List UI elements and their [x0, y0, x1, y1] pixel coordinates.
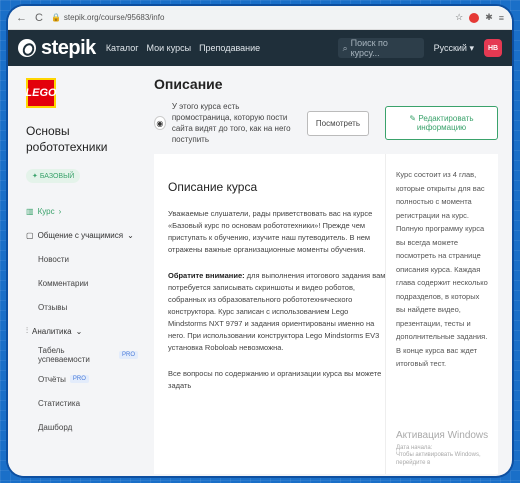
language-select[interactable]: Русский ▾: [434, 43, 474, 54]
nav-my-courses[interactable]: Мои курсы: [147, 43, 192, 53]
stepik-logo[interactable]: stepik: [18, 37, 96, 60]
sidebar-item-statistics[interactable]: Статистика: [26, 391, 138, 415]
extension-icon[interactable]: [469, 12, 480, 23]
main: Описание ◉ У этого курса есть промостран…: [138, 66, 512, 476]
course-logo: LEGO: [25, 78, 57, 108]
nav-teaching[interactable]: Преподавание: [199, 43, 260, 53]
search-icon: ⌕: [342, 42, 348, 53]
sidebar-item-label: Табель успеваемости: [38, 346, 90, 365]
attention-label: Обратите внимание:: [168, 271, 245, 280]
description-paragraph-2: Обратите внимание: для выполнения итогов…: [168, 270, 388, 354]
sidebar: LEGO Основы робототехники ✦ БАЗОВЫЙ ▥ Кур…: [8, 66, 138, 476]
sidebar-item-label: Аналитика: [32, 326, 72, 336]
pro-badge: PRO: [118, 351, 138, 360]
page-title: Описание: [154, 76, 223, 92]
url-text: stepik.org/course/95683/info: [63, 13, 165, 22]
pro-badge: PRO: [69, 375, 89, 384]
view-button[interactable]: Посмотреть: [306, 110, 369, 136]
side-menu: ▥ Курс › ▢ Общение с учащимися ⌄ Новости К…: [26, 199, 138, 439]
puzzle-icon[interactable]: ✱: [485, 12, 493, 23]
sidebar-item-dashboard[interactable]: Дашборд: [26, 415, 138, 439]
address-bar[interactable]: 🔒 stepik.org/course/95683/info: [51, 13, 447, 22]
windows-activation-watermark: Активация Windows Дата начала: Чтобы акт…: [396, 427, 498, 468]
lock-icon: 🔒: [50, 13, 61, 22]
watermark-sub: Дата начала:: [396, 444, 433, 451]
logo-text: stepik: [41, 36, 96, 59]
avatar[interactable]: НВ: [484, 39, 502, 57]
info-icon: ◉: [154, 116, 166, 130]
search-placeholder: Поиск по курсу...: [350, 38, 388, 58]
screen: ← C 🔒 stepik.org/course/95683/info ☆ ✱ ≡…: [8, 6, 512, 476]
browser-bar: ← C 🔒 stepik.org/course/95683/info ☆ ✱ ≡: [8, 6, 512, 30]
app-header: stepik Каталог Мои курсы Преподавание ⌕ …: [8, 30, 512, 66]
watermark-hint: Чтобы активировать Windows, перейдите в: [396, 452, 481, 467]
browser-icons: ☆ ✱ ≡: [455, 12, 504, 23]
course-summary: Курс состоит из 4 глав, которые открыты …: [386, 154, 498, 474]
chat-icon: ▢: [26, 230, 34, 240]
top-nav: Каталог Мои курсы Преподавание: [106, 43, 260, 53]
logo-icon: [18, 39, 36, 57]
search-input[interactable]: ⌕ Поиск по курсу...: [337, 38, 424, 58]
level-tag: ✦ БАЗОВЫЙ: [26, 169, 81, 184]
sidebar-item-label: Отчёты: [38, 374, 66, 384]
refresh-icon[interactable]: C: [35, 12, 43, 24]
nav-catalog[interactable]: Каталог: [106, 43, 139, 53]
star-icon[interactable]: ☆: [455, 12, 463, 23]
promo-text: У этого курса есть промостраница, котору…: [171, 101, 291, 145]
sidebar-item-news[interactable]: Новости: [26, 247, 138, 271]
edit-info-button[interactable]: ✎ Редактировать информацию: [385, 106, 498, 140]
edit-info-label: Редактировать информацию: [416, 114, 474, 132]
sidebar-item-gradebook[interactable]: Табель успеваемости PRO: [26, 343, 138, 367]
description-paragraph-3: Все вопросы по содержанию и организации …: [168, 369, 382, 390]
sidebar-item-course[interactable]: ▥ Курс ›: [26, 199, 138, 223]
language-label: Русский: [433, 42, 467, 53]
body: LEGO Основы робототехники ✦ БАЗОВЫЙ ▥ Кур…: [8, 66, 512, 476]
sidebar-item-label: Общение с учащимися: [37, 230, 124, 240]
attention-text: для выполнения итогового задания вам пот…: [168, 271, 386, 352]
back-icon[interactable]: ←: [16, 12, 27, 24]
menu-icon[interactable]: ≡: [499, 13, 504, 23]
sidebar-item-comments[interactable]: Комментарии: [26, 271, 138, 295]
sidebar-item-label: Курс: [37, 206, 55, 216]
section-title: Описание курса: [168, 180, 258, 194]
book-icon: ▥: [26, 206, 34, 216]
sidebar-item-reports[interactable]: Отчёты PRO: [26, 367, 138, 391]
sidebar-item-reviews[interactable]: Отзывы: [26, 295, 138, 319]
course-title: Основы робототехники: [26, 124, 108, 154]
watermark-title: Активация Windows: [396, 429, 489, 441]
level-tag-label: БАЗОВЫЙ: [39, 173, 75, 181]
sidebar-item-students[interactable]: ▢ Общение с учащимися ⌄: [26, 223, 138, 247]
content-card: Описание курса Уважаемые слушатели, рады…: [154, 154, 498, 474]
sidebar-item-analytics[interactable]: ⫶ Аналитика ⌄: [26, 319, 138, 343]
course-description: Описание курса Уважаемые слушатели, рады…: [154, 154, 386, 474]
promo-bar: ◉ У этого курса есть промостраница, кото…: [154, 102, 498, 144]
summary-text: Курс состоит из 4 глав, которые открыты …: [396, 170, 488, 368]
description-paragraph-1: Уважаемые слушатели, рады приветствовать…: [168, 209, 373, 254]
chart-icon: ⫶: [26, 326, 28, 336]
pencil-icon: ✎: [409, 114, 417, 123]
